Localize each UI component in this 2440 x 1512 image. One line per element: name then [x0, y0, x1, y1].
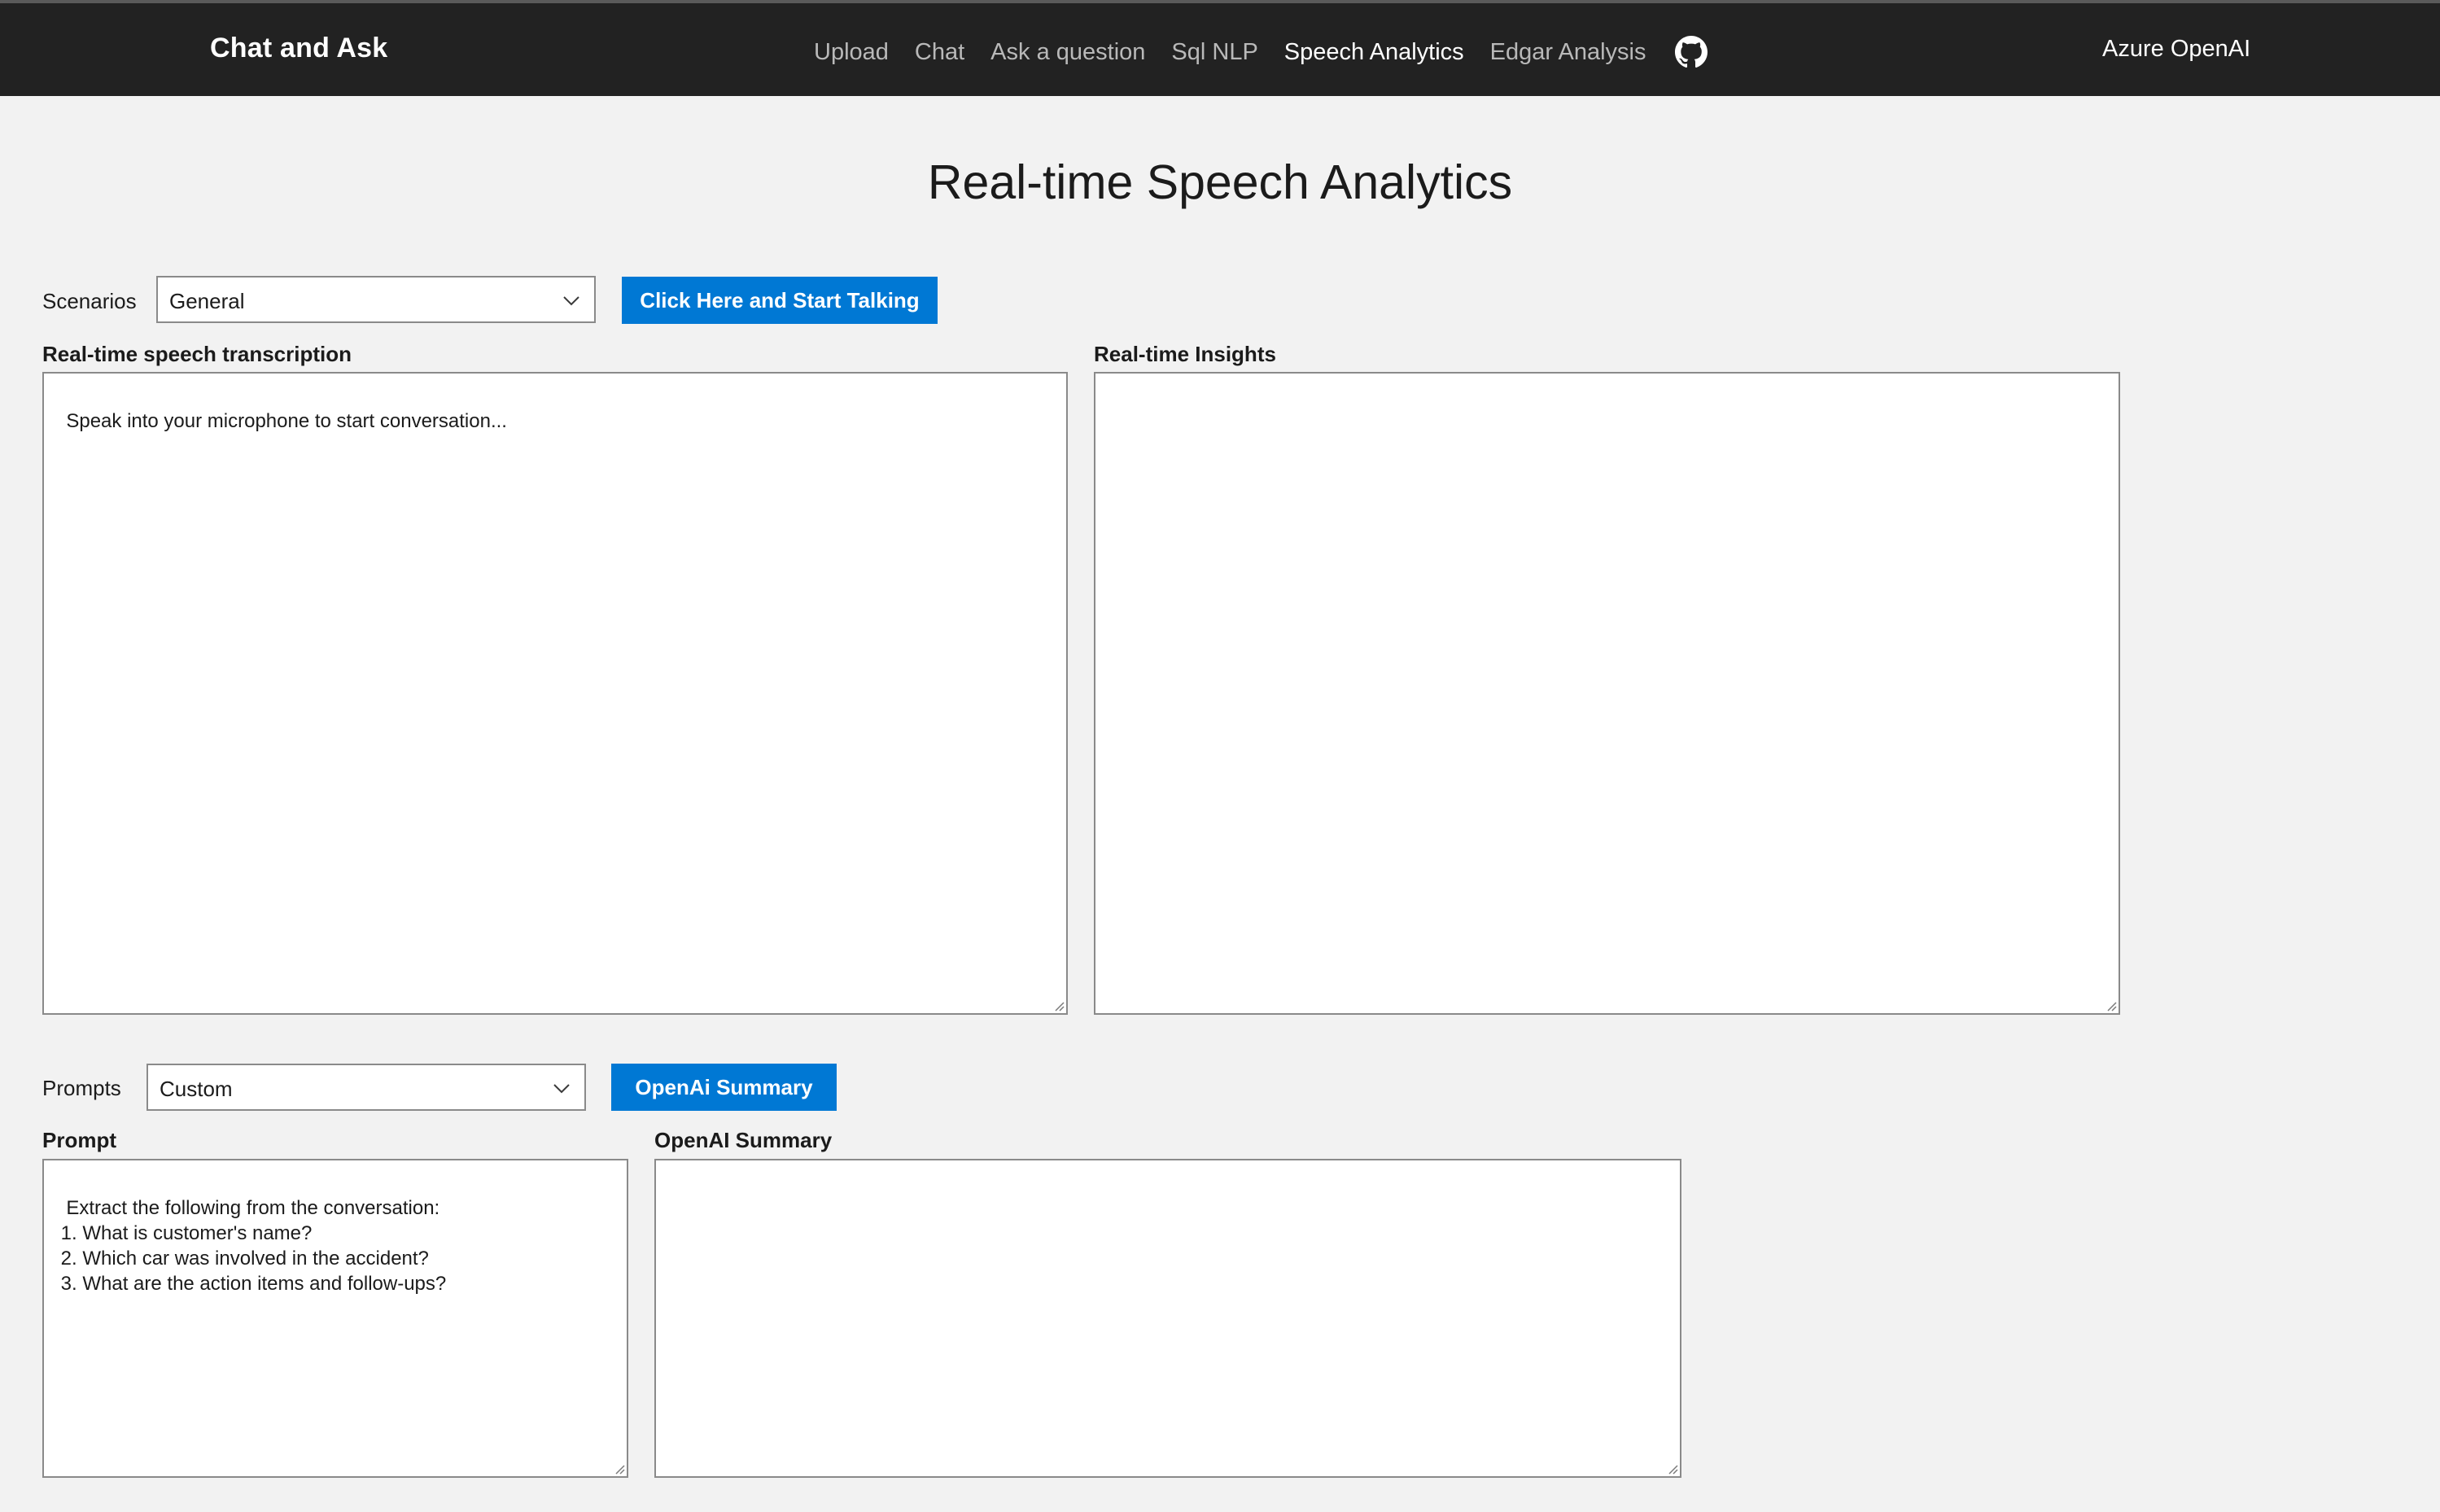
- nav-edgar-analysis[interactable]: Edgar Analysis: [1490, 39, 1646, 66]
- nav-chat[interactable]: Chat: [915, 39, 964, 66]
- summary-textarea[interactable]: [654, 1159, 1681, 1478]
- page-title: Real-time Speech Analytics: [927, 155, 1513, 209]
- nav-ask-a-question[interactable]: Ask a question: [990, 39, 1145, 66]
- insights-textarea[interactable]: [1094, 372, 2120, 1015]
- chevron-down-icon: [553, 1084, 570, 1094]
- prompts-select[interactable]: Custom: [146, 1064, 586, 1111]
- main-nav: Upload Chat Ask a question Sql NLP Speec…: [814, 34, 1708, 70]
- openai-summary-button[interactable]: OpenAi Summary: [611, 1064, 837, 1111]
- nav-sql-nlp[interactable]: Sql NLP: [1171, 39, 1257, 66]
- transcription-textarea[interactable]: Speak into your microphone to start conv…: [42, 372, 1068, 1015]
- resize-grip-icon[interactable]: [1052, 999, 1065, 1012]
- prompt-label: Prompt: [42, 1128, 116, 1152]
- chevron-down-icon: [563, 296, 579, 306]
- scenarios-select[interactable]: General: [156, 276, 596, 323]
- prompt-text: Extract the following from the conversat…: [60, 1197, 447, 1295]
- resize-grip-icon[interactable]: [1665, 1462, 1678, 1475]
- transcription-label: Real-time speech transcription: [42, 342, 352, 366]
- nav-upload[interactable]: Upload: [814, 39, 889, 66]
- start-talking-button[interactable]: Click Here and Start Talking: [622, 277, 938, 324]
- scenarios-label: Scenarios: [42, 289, 137, 313]
- prompts-label: Prompts: [42, 1076, 121, 1100]
- nav-speech-analytics[interactable]: Speech Analytics: [1284, 39, 1464, 66]
- summary-label: OpenAI Summary: [654, 1128, 833, 1152]
- resize-grip-icon[interactable]: [612, 1462, 625, 1475]
- prompts-selected-value: Custom: [160, 1077, 233, 1101]
- azure-openai-label[interactable]: Azure OpenAI: [2102, 36, 2250, 63]
- insights-label: Real-time Insights: [1094, 342, 1276, 366]
- prompt-textarea[interactable]: Extract the following from the conversat…: [42, 1159, 628, 1478]
- github-icon[interactable]: [1675, 36, 1708, 68]
- transcription-text: Speak into your microphone to start conv…: [66, 410, 507, 432]
- top-navbar: Chat and Ask Upload Chat Ask a question …: [0, 0, 2440, 96]
- brand-title[interactable]: Chat and Ask: [210, 33, 387, 64]
- scenarios-selected-value: General: [169, 289, 245, 313]
- resize-grip-icon[interactable]: [2104, 999, 2117, 1012]
